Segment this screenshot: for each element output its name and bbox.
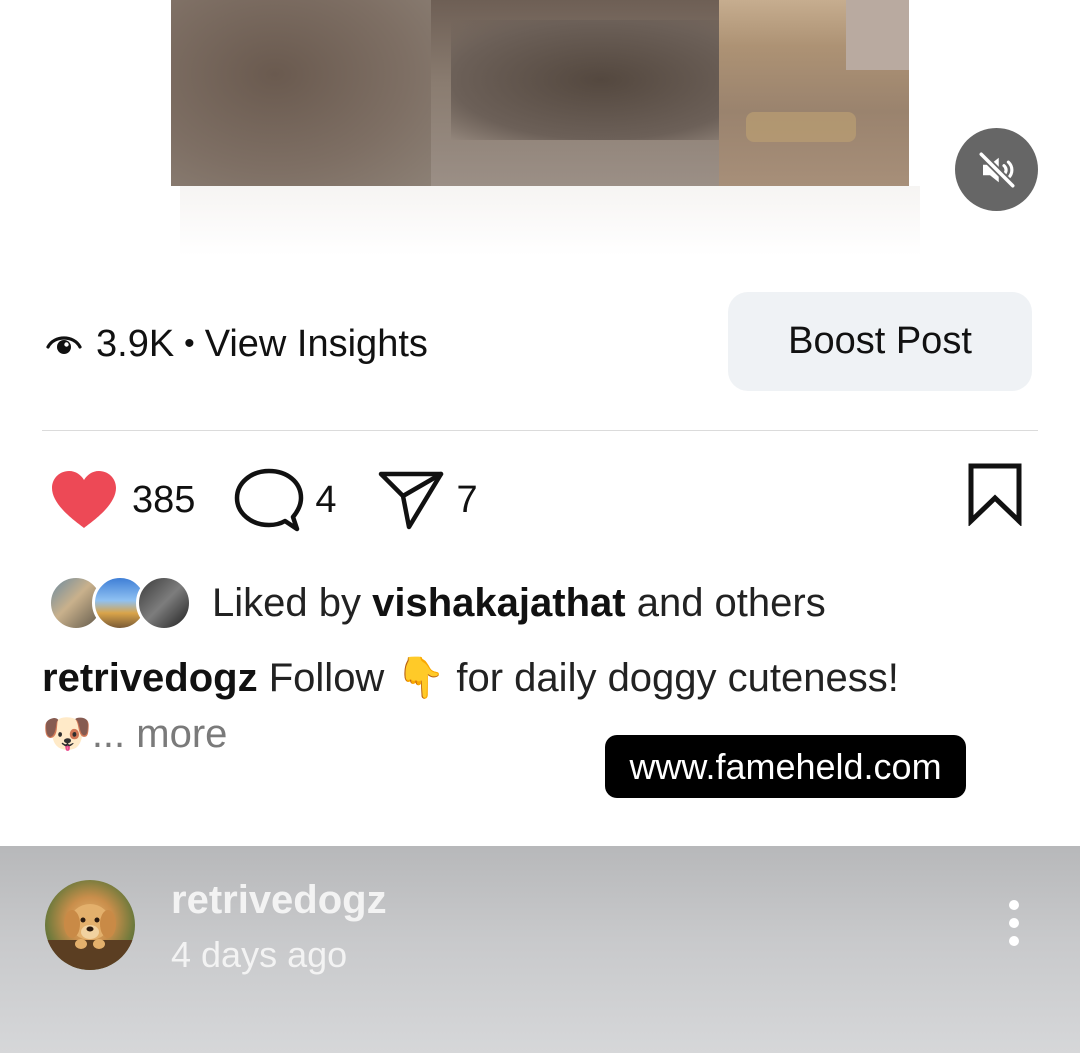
caption-text-start: Follow: [268, 656, 385, 700]
liker-avatars: [48, 574, 192, 632]
video-frame-ground: [171, 0, 431, 186]
watermark-label: www.fameheld.com: [605, 735, 966, 798]
avatar[interactable]: [45, 880, 135, 970]
post-author-username[interactable]: retrivedogz: [171, 878, 387, 923]
mute-button[interactable]: [955, 128, 1038, 211]
liked-by-text: Liked by vishakajathat and others: [212, 581, 826, 626]
action-bar: 385 4 7: [48, 466, 478, 534]
more-link[interactable]: more: [136, 712, 227, 756]
video-frame-wall-top: [846, 0, 909, 70]
post-timestamp: 4 days ago: [171, 934, 348, 975]
video-reflection: [180, 186, 920, 256]
comment-icon[interactable]: [233, 467, 305, 533]
share-icon[interactable]: [377, 469, 445, 531]
speaker-muted-icon: [977, 150, 1016, 189]
video-frame-shadow: [451, 20, 751, 140]
pointing-down-emoji: 👇: [395, 656, 446, 700]
liked-by-row[interactable]: Liked by vishakajathat and others: [48, 573, 826, 633]
view-count: 3.9K: [96, 322, 175, 365]
liked-by-prefix: Liked by: [212, 580, 361, 625]
dog-face-emoji: 🐶: [42, 712, 92, 756]
eye-icon: [46, 326, 82, 362]
boost-post-button[interactable]: Boost Post: [728, 292, 1032, 391]
avatar: [136, 575, 192, 631]
post-video[interactable]: [171, 0, 909, 186]
heart-filled-icon[interactable]: [48, 468, 120, 532]
liked-by-suffix[interactable]: and others: [637, 581, 826, 625]
like-action[interactable]: 385: [48, 468, 195, 532]
more-vertical-icon[interactable]: [1004, 900, 1024, 950]
share-action[interactable]: 7: [337, 469, 478, 531]
separator-dot: •: [184, 327, 195, 360]
bookmark-icon[interactable]: [966, 462, 1024, 526]
caption-ellipsis: ...: [91, 712, 126, 756]
like-count[interactable]: 385: [132, 479, 195, 522]
caption-username[interactable]: retrivedogz: [42, 656, 258, 700]
caption-text-end: for daily doggy cuteness!: [456, 656, 899, 700]
comment-action[interactable]: 4: [195, 467, 337, 533]
puppy-avatar-image: [45, 904, 135, 970]
next-post-header: retrivedogz 4 days ago: [0, 846, 1080, 1053]
comment-count[interactable]: 4: [315, 479, 336, 522]
video-frame-stone: [746, 112, 856, 142]
liked-by-username[interactable]: vishakajathat: [372, 581, 625, 625]
insights-row[interactable]: 3.9K • View Insights: [46, 320, 428, 368]
divider: [42, 430, 1038, 431]
view-insights-link[interactable]: View Insights: [205, 323, 428, 366]
share-count[interactable]: 7: [457, 479, 478, 522]
